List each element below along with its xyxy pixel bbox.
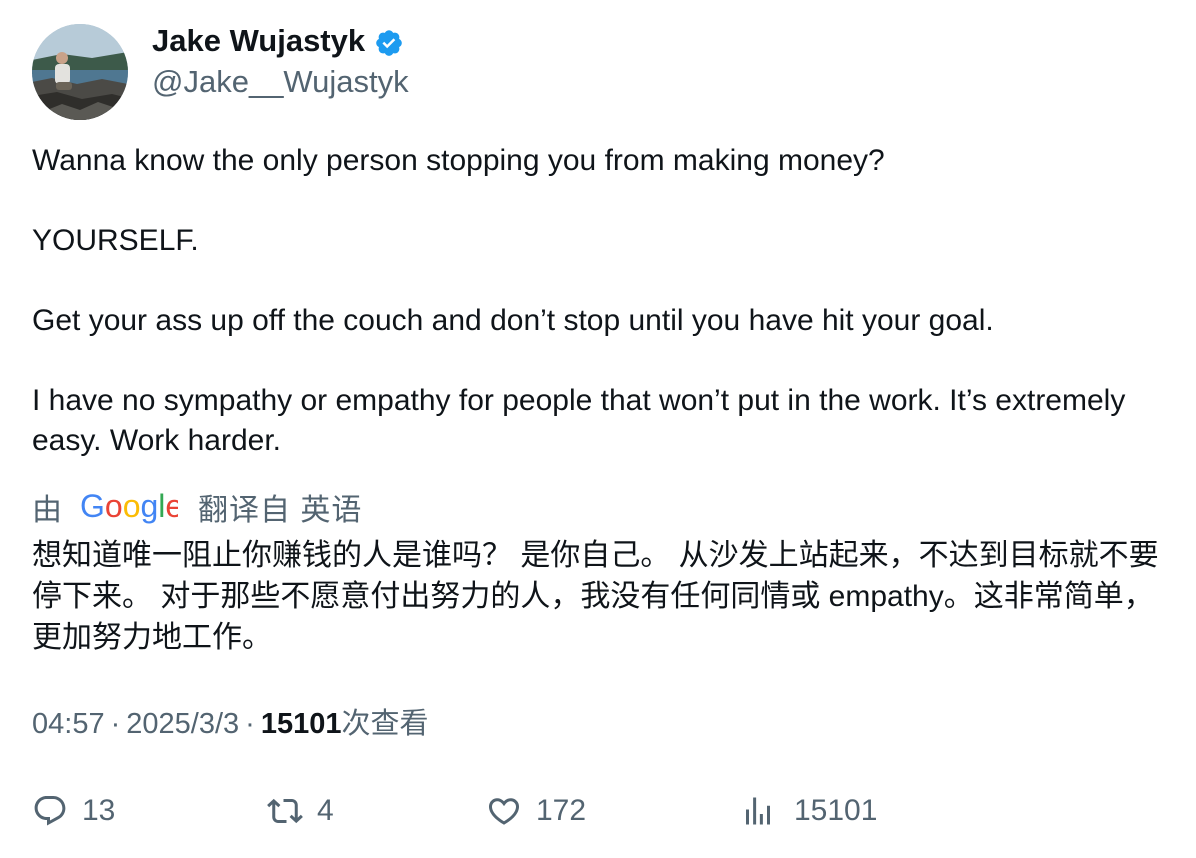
tweet-date[interactable]: 2025/3/3 xyxy=(126,708,239,740)
views-count: 15101 xyxy=(260,708,342,740)
like-count: 172 xyxy=(536,794,587,827)
tweet-paragraph: I have no sympathy or empathy for people… xyxy=(32,384,1126,457)
views-button[interactable]: 15101 xyxy=(740,789,877,833)
views-action-count: 15101 xyxy=(794,794,878,827)
tweet-paragraph: YOURSELF. xyxy=(32,224,199,257)
google-logo: Google xyxy=(80,489,178,524)
retweet-button[interactable]: 4 xyxy=(267,789,334,833)
tweet-text: Wanna know the only person stopping you … xyxy=(32,141,1152,461)
verified-badge-icon xyxy=(376,29,402,56)
google-logo-text: Google xyxy=(80,489,178,524)
reply-button[interactable]: 13 xyxy=(32,789,115,833)
action-bar: 13 4 172 15101 xyxy=(32,789,1162,833)
retweet-icon xyxy=(267,798,303,824)
heart-icon xyxy=(488,798,520,825)
translation-attribution[interactable]: 由 Google 翻译自 英语 xyxy=(32,485,362,529)
tweet-meta: 04:57 · 2025/3/3 · 15101次查看 xyxy=(32,705,428,743)
reply-count: 13 xyxy=(82,794,116,827)
meta-separator: · xyxy=(110,708,121,740)
author-name-row[interactable]: Jake Wujastyk xyxy=(152,22,404,60)
meta-separator: · xyxy=(245,708,255,740)
author-handle[interactable]: @Jake__Wujastyk xyxy=(152,63,409,101)
views-label: 次查看 xyxy=(341,708,429,740)
translated-text: 想知道唯一阻止你赚钱的人是谁吗？ 是你自己。 从沙发上站起来，不达到目标就不要停… xyxy=(32,539,1159,654)
avatar-image xyxy=(32,24,128,120)
like-button[interactable]: 172 xyxy=(486,789,586,833)
tweet-paragraph: Wanna know the only person stopping you … xyxy=(32,144,885,177)
avatar[interactable] xyxy=(32,24,128,120)
views-chart-icon xyxy=(746,797,770,825)
retweet-count: 4 xyxy=(317,794,334,827)
author-display-name[interactable]: Jake Wujastyk xyxy=(152,22,365,60)
tweet-time[interactable]: 04:57 xyxy=(32,708,105,740)
translated-by-label: 由 xyxy=(32,494,62,527)
tweet-paragraph: Get your ass up off the couch and don’t … xyxy=(32,304,994,337)
translated-from-label: 翻译自 英语 xyxy=(198,494,363,527)
reply-icon xyxy=(34,796,66,826)
